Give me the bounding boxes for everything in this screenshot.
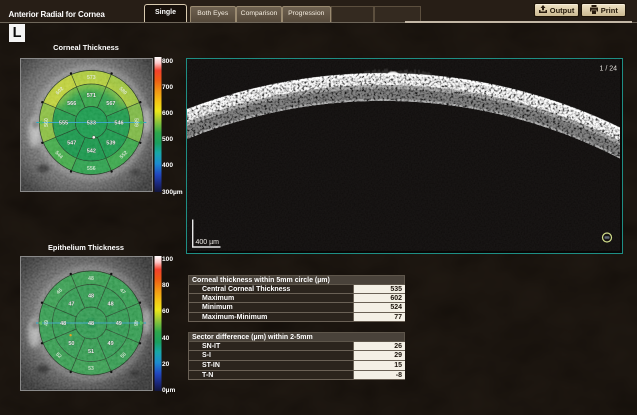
svg-text:400 µm: 400 µm [196,239,220,246]
svg-text:1 / 24: 1 / 24 [599,65,617,72]
